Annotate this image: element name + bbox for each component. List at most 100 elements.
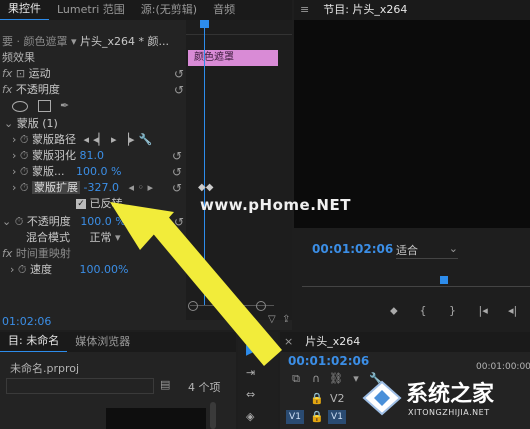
stopwatch-icon[interactable]: ⏱	[20, 148, 29, 164]
fit-dropdown[interactable]: 适合 ⌄	[396, 242, 458, 259]
watermark-brand: 系统之家	[406, 382, 495, 407]
watermark-logo: 系统之家 XITONGZHIJIA.NET	[360, 368, 530, 429]
tab-project[interactable]: 目: 未命名	[0, 332, 68, 352]
chevron-down-icon[interactable]: ▾	[115, 230, 121, 246]
fx-icon[interactable]: fx	[2, 82, 12, 98]
track-select-icon[interactable]: ⇥	[246, 366, 255, 379]
fx-icon[interactable]: fx	[2, 66, 12, 82]
razor-tool-icon[interactable]: ◈	[246, 410, 254, 423]
effect-controls-panel: 果控件 Lumetri 范围 源:(无剪辑) 音频 要 · 颜色遮罩 ▾ 片头_…	[0, 0, 292, 330]
effect-controls-timecode[interactable]: 01:02:06	[2, 315, 51, 328]
lock-icon[interactable]: 🔒	[310, 410, 324, 423]
tab-lumetri-scopes[interactable]: Lumetri 范围	[49, 0, 133, 20]
reset-icon[interactable]: ↺	[172, 164, 186, 180]
tab-timeline-sequence[interactable]: 片头_x264	[297, 332, 368, 352]
chevron-right-icon[interactable]: ›	[12, 164, 16, 180]
source-patch-v1[interactable]: V1	[286, 410, 304, 424]
filter-icon[interactable]: ▽	[268, 314, 276, 325]
go-to-in-icon[interactable]: |◂	[479, 304, 505, 317]
playhead-marker[interactable]	[200, 20, 209, 28]
rectangle-mask-icon[interactable]	[37, 100, 51, 112]
mask-expansion-value[interactable]: -327.0	[84, 181, 119, 194]
step-back-icon[interactable]: ◂▏	[93, 132, 107, 148]
tab-effect-controls[interactable]: 果控件	[0, 0, 49, 20]
opacity-value[interactable]: 100.0 %	[80, 215, 125, 228]
chevron-right-icon[interactable]: ›	[12, 132, 16, 148]
mark-in-icon[interactable]: {	[420, 304, 446, 317]
ellipse-mask-icon[interactable]	[12, 100, 28, 112]
chevron-down-icon[interactable]: ▾	[71, 34, 77, 50]
add-keyframe-icon[interactable]: ◦	[138, 180, 145, 196]
mask-path-label: 蒙版路径	[32, 133, 76, 146]
mask-feather-label: 蒙版羽化	[32, 149, 76, 162]
stopwatch-icon[interactable]: ⏱	[20, 132, 29, 148]
mask-feather-value[interactable]: 81.0	[80, 149, 105, 162]
track-label-v1[interactable]: V1	[328, 410, 346, 424]
next-keyframe-icon[interactable]: ▸	[148, 180, 154, 196]
bin-icon[interactable]: ▤	[160, 378, 170, 391]
mark-out-icon[interactable]: }	[449, 304, 475, 317]
keyframe-icon[interactable]: ◆◆	[198, 182, 213, 193]
time-remap-label[interactable]: 时间重映射	[16, 247, 71, 260]
stopwatch-active-icon[interactable]: ⏱	[15, 214, 24, 230]
wrench-icon[interactable]: 🔧	[139, 132, 153, 148]
speed-label: 速度	[30, 263, 52, 276]
reset-icon[interactable]: ↺	[172, 148, 186, 164]
play-icon[interactable]: ▸	[111, 132, 117, 148]
track-label-v2[interactable]: V2	[330, 392, 345, 405]
prev-keyframe-icon[interactable]: ◂	[128, 180, 134, 196]
stopwatch-active-icon[interactable]: ⏱	[20, 180, 29, 196]
selection-tool-icon[interactable]: ▶	[246, 342, 257, 358]
step-forward-icon[interactable]: ▕▸	[121, 132, 135, 148]
program-timecode[interactable]: 00:01:02:06	[312, 242, 393, 256]
step-back-icon[interactable]: ◂|	[508, 304, 528, 317]
stopwatch-icon[interactable]: ⏱	[20, 164, 29, 180]
scrollbar[interactable]	[210, 402, 216, 429]
speed-value[interactable]: 100.00%	[80, 263, 129, 276]
target-clip-label[interactable]: 片头_x264 * 颜...	[80, 35, 169, 48]
stopwatch-active-icon[interactable]: ⏱	[18, 262, 27, 278]
pen-tool-icon[interactable]: ✒	[60, 98, 69, 114]
chevron-right-icon[interactable]: ›	[12, 148, 16, 164]
monitor-ruler[interactable]	[302, 278, 530, 287]
zoom-handle-right[interactable]	[256, 301, 266, 311]
tab-program[interactable]: 节目: 片头_x264	[315, 0, 415, 20]
media-thumbnail[interactable]	[106, 408, 206, 429]
nest-icon[interactable]: ⧉	[286, 372, 306, 386]
chevron-down-icon[interactable]: ⌄	[4, 116, 13, 132]
mask-opacity-label: 蒙版...	[32, 165, 65, 178]
search-field[interactable]	[6, 378, 154, 394]
opacity-label[interactable]: 不透明度	[16, 83, 60, 96]
linked-selection-icon[interactable]: ⛓	[326, 372, 346, 385]
video-effects-heading: 频效果	[2, 51, 35, 64]
ripple-edit-icon[interactable]: ⇔	[246, 388, 255, 401]
mask-group-label[interactable]: 蒙版 (1)	[17, 117, 58, 130]
blend-mode-select[interactable]: 正常	[90, 231, 112, 244]
tab-media-browser[interactable]: 媒体浏览器	[67, 332, 138, 352]
zoom-handle-left[interactable]	[188, 301, 198, 311]
chevron-down-icon[interactable]: ⌄	[2, 214, 11, 230]
tab-audio[interactable]: 音频	[205, 0, 243, 20]
source-clip-label: 要 · 颜色遮罩	[2, 35, 68, 48]
motion-label[interactable]: 运动	[29, 67, 51, 80]
playhead-line[interactable]	[204, 20, 205, 305]
close-icon[interactable]: ×	[280, 332, 297, 352]
add-marker-icon[interactable]: ⬥	[390, 304, 416, 318]
snap-icon[interactable]: ∩	[306, 372, 326, 385]
tab-source[interactable]: 源:(无剪辑)	[133, 0, 205, 20]
opacity-property-label: 不透明度	[26, 215, 71, 228]
reset-icon[interactable]: ↺	[172, 180, 186, 196]
menu-icon[interactable]: ≡	[294, 0, 315, 20]
timeline-timecode[interactable]: 00:01:02:06	[288, 354, 369, 368]
mask-opacity-value[interactable]: 100.0 %	[76, 165, 121, 178]
track-backward-icon[interactable]: ◂	[84, 132, 90, 148]
chevron-right-icon[interactable]: ›	[10, 262, 14, 278]
monitor-transport: ⬥ { } |◂ ◂|	[390, 304, 530, 318]
inverted-checkbox[interactable]: ✓	[76, 199, 86, 209]
monitor-playhead[interactable]	[440, 276, 448, 284]
lock-icon[interactable]: 🔒	[310, 392, 324, 405]
export-icon[interactable]: ⇪	[282, 314, 290, 325]
chevron-right-icon[interactable]: ›	[12, 180, 16, 196]
effect-mini-timeline[interactable]: 颜色遮罩 ◆◆ ▽ ⇪	[186, 20, 292, 325]
fx-icon: fx	[2, 247, 13, 260]
